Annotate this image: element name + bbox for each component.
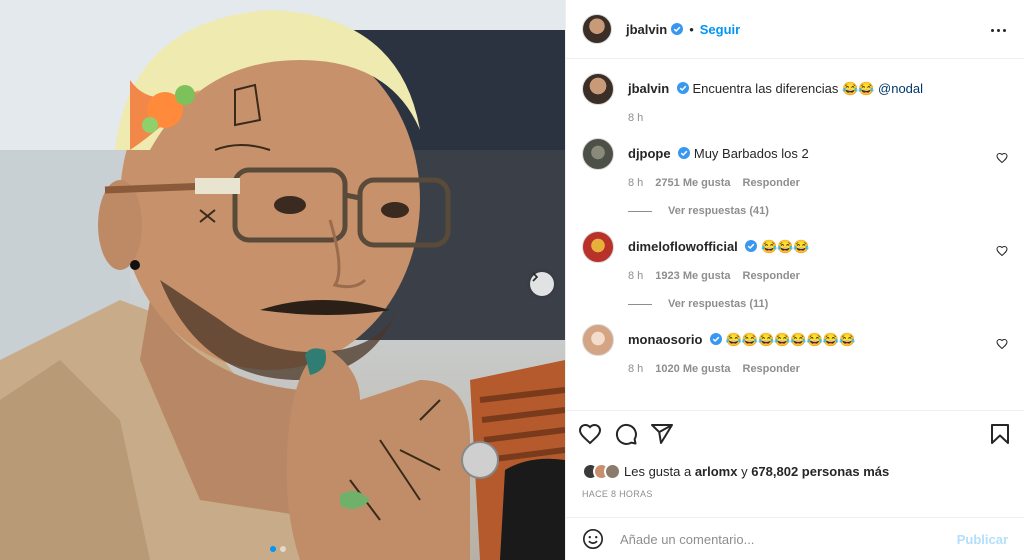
carousel-next-button[interactable]	[530, 272, 554, 296]
view-replies-button[interactable]: Ver respuestas (11)	[628, 298, 1008, 310]
comment-text: 😂😂😂😂😂😂😂😂	[725, 332, 856, 347]
caption-username[interactable]: jbalvin	[628, 81, 669, 96]
verified-icon	[745, 240, 758, 252]
post-actions: Les gusta a arlomx y 678,802 personas má…	[566, 410, 1024, 560]
header-separator: •	[689, 21, 694, 37]
comment-composer: Publicar	[566, 517, 1024, 560]
reply-button[interactable]: Responder	[743, 177, 800, 189]
comment-item: monaosorio 😂😂😂😂😂😂😂😂 8 h 1020 Me gusta Re…	[582, 310, 1008, 375]
carousel-dot-active	[270, 546, 276, 552]
emoji-icon[interactable]	[582, 528, 604, 550]
post-photo[interactable]	[0, 0, 565, 560]
heart-icon[interactable]	[578, 422, 602, 446]
comment-text: 😂😂😂	[761, 239, 810, 254]
reply-button[interactable]: Responder	[743, 270, 800, 282]
more-options-icon[interactable]	[988, 20, 1008, 40]
comment-icon[interactable]	[614, 422, 638, 446]
caption-mention-link[interactable]: @nodal	[878, 81, 923, 96]
comment-likes[interactable]: 2751 Me gusta	[655, 177, 730, 189]
reply-button[interactable]: Responder	[743, 363, 800, 375]
publish-button[interactable]: Publicar	[957, 532, 1008, 547]
post-side-panel: jbalvin • Seguir jbalvin Encuentra las d…	[565, 0, 1024, 560]
comment-likes[interactable]: 1020 Me gusta	[655, 363, 730, 375]
likes-count-link[interactable]: 678,802 personas más	[751, 464, 889, 479]
verified-icon	[676, 82, 689, 94]
comments-list[interactable]: jbalvin Encuentra las diferencias 😂😂 @no…	[566, 59, 1024, 409]
author-avatar[interactable]	[582, 73, 614, 105]
comment-avatar[interactable]	[582, 324, 614, 356]
likers-avatars[interactable]	[582, 461, 622, 481]
verified-icon	[678, 147, 691, 159]
view-replies-button[interactable]: Ver respuestas (41)	[628, 205, 1008, 217]
comment-text: Muy Barbados los 2	[693, 146, 809, 161]
likes-prefix: Les gusta a	[624, 463, 695, 479]
instagram-post-modal: jbalvin • Seguir jbalvin Encuentra las d…	[0, 0, 1024, 560]
view-replies-label: Ver respuestas (11)	[668, 298, 769, 310]
likes-middle: y	[737, 463, 752, 479]
likes-text: Les gusta a arlomx y 678,802 personas má…	[624, 464, 889, 479]
comment-avatar[interactable]	[582, 138, 614, 170]
comment-likes[interactable]: 1923 Me gusta	[655, 270, 730, 282]
photo-illustration	[0, 0, 565, 560]
heart-icon[interactable]	[996, 152, 1008, 164]
post-header: jbalvin • Seguir	[566, 0, 1024, 59]
bookmark-icon[interactable]	[988, 422, 1012, 446]
carousel-dot	[280, 546, 286, 552]
verified-icon	[710, 333, 723, 345]
comment-username[interactable]: monaosorio	[628, 332, 702, 347]
comment-username[interactable]: djpope	[628, 146, 671, 161]
comment-username[interactable]: dimeloflowofficial	[628, 239, 738, 254]
comment-avatar[interactable]	[582, 231, 614, 263]
action-bar	[566, 411, 1024, 457]
verified-icon	[671, 23, 684, 35]
likes-summary: Les gusta a arlomx y 678,802 personas má…	[566, 457, 1024, 485]
author-avatar[interactable]	[582, 14, 612, 44]
comment-time[interactable]: 8 h	[628, 177, 643, 189]
comment-item: dimeloflowofficial 😂😂😂 8 h 1923 Me gusta…	[582, 217, 1008, 282]
author-username[interactable]: jbalvin	[626, 22, 667, 37]
post-caption: jbalvin Encuentra las diferencias 😂😂 @no…	[582, 59, 1008, 124]
next-arrow-icon	[532, 272, 539, 282]
heart-icon[interactable]	[996, 245, 1008, 257]
heart-icon[interactable]	[996, 338, 1008, 350]
caption-text: Encuentra las diferencias 😂😂	[692, 81, 879, 96]
comment-time[interactable]: 8 h	[628, 363, 643, 375]
comment-item: djpope Muy Barbados los 2 8 h 2751 Me gu…	[582, 124, 1008, 189]
likes-user-link[interactable]: arlomx	[695, 464, 738, 479]
follow-button[interactable]: Seguir	[700, 22, 740, 37]
share-icon[interactable]	[650, 422, 674, 446]
comment-input[interactable]	[620, 531, 957, 547]
carousel-dots	[270, 546, 286, 552]
comment-time[interactable]: 8 h	[628, 270, 643, 282]
view-replies-label: Ver respuestas (41)	[668, 205, 769, 217]
post-timestamp[interactable]: HACE 8 HORAS	[566, 485, 1024, 499]
caption-time[interactable]: 8 h	[628, 112, 643, 124]
